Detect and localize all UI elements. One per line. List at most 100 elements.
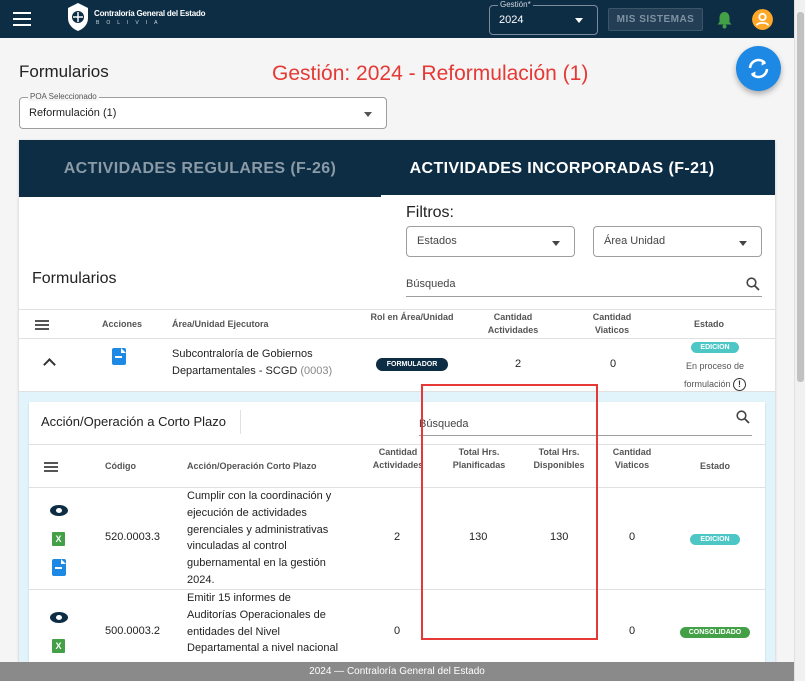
status-badge: CONSOLIDADO: [680, 627, 750, 638]
refresh-button[interactable]: [736, 46, 781, 91]
accion-description: Emitir 15 informes de Auditorías Operaci…: [187, 590, 352, 657]
accion-description: Cumplir con la coordinación y ejecución …: [187, 488, 352, 589]
eye-icon[interactable]: [50, 612, 68, 623]
warning-icon[interactable]: !: [733, 378, 747, 392]
header-estado: Estado: [699, 461, 730, 471]
chevron-down-icon: [364, 112, 372, 117]
estado-line-2-text: formulación: [683, 379, 731, 389]
chevron-down-icon: [575, 18, 583, 23]
list-icon[interactable]: [35, 320, 49, 330]
header-cant-via-2: Viaticos: [614, 460, 650, 470]
tab-actividades-incorporadas[interactable]: ACTIVIDADES INCORPORADAS (F-21): [381, 140, 743, 197]
document-export-icon[interactable]: [112, 348, 126, 365]
desc-line: vinculadas al control: [187, 540, 287, 553]
table-row: Subcontraloría de Gobiernos Departamenta…: [19, 339, 775, 392]
eye-icon[interactable]: [50, 505, 68, 516]
desc-line: 2024.: [187, 573, 215, 586]
header-cant-act-1: Cantidad: [493, 312, 533, 322]
emblem-icon: [68, 3, 88, 31]
rol-badge: FORMULADOR: [376, 358, 448, 371]
area-line-1: Subcontraloría de Gobiernos: [172, 348, 313, 360]
desc-line: Cumplir con la coordinación y: [187, 490, 332, 502]
mis-sistemas-button[interactable]: MIS SISTEMAS: [608, 8, 703, 31]
cantidad-viaticos: 0: [629, 625, 636, 637]
top-app-bar: Contraloría General del Estado BOLIVIA G…: [0, 0, 794, 38]
header-cant-via-1: Cantidad: [612, 447, 652, 457]
vertical-scrollbar[interactable]: [794, 0, 805, 681]
cantidad-viaticos: 0: [610, 358, 617, 370]
area-code: (0003): [300, 365, 333, 377]
excel-icon[interactable]: X: [52, 639, 65, 653]
codigo: 500.0003.2: [105, 625, 161, 637]
logo-text: Contraloría General del Estado: [94, 9, 206, 18]
search-icon[interactable]: [746, 277, 760, 291]
estado-line-1: En proceso de: [685, 361, 745, 371]
desc-line: Emitir 15 informes de: [187, 592, 291, 604]
tabs: ACTIVIDADES REGULARES (F-26) ACTIVIDADES…: [19, 140, 775, 197]
estado-line-2: formulación !: [669, 375, 761, 393]
tab-actividades-regulares[interactable]: ACTIVIDADES REGULARES (F-26): [19, 140, 381, 197]
poa-value: Reformulación (1): [29, 107, 117, 119]
hamburger-menu-icon[interactable]: [13, 12, 31, 26]
cantidad-actividades: 0: [394, 625, 401, 637]
estados-label: Estados: [417, 235, 457, 247]
area-unidad-label: Área Unidad: [604, 235, 666, 247]
search-placeholder: Búsqueda: [406, 278, 456, 290]
gestion-select[interactable]: Gestión* 2024: [489, 0, 598, 35]
codigo: 520.0003.3: [105, 531, 161, 543]
tab-indicator: [381, 195, 775, 197]
sync-icon: [748, 58, 769, 79]
header-accion: Acción/Operación Corto Plazo: [187, 461, 317, 471]
desc-line: ejecución de actividades: [187, 506, 307, 519]
header-cant-via-1: Cantidad: [592, 312, 632, 322]
logo-subtitle: BOLIVIA: [96, 20, 165, 26]
inner-table-header: Código Acción/Operación Corto Plazo Cant…: [29, 444, 765, 488]
list-icon[interactable]: [44, 462, 58, 472]
header-area: Área/Unidad Ejecutora: [172, 319, 269, 329]
excel-icon[interactable]: X: [52, 532, 65, 546]
cantidad-viaticos: 0: [629, 531, 636, 543]
desc-line: entidades del Nivel: [187, 625, 280, 638]
bell-icon[interactable]: [716, 11, 733, 29]
desc-line: gerenciales y administrativas: [187, 523, 329, 536]
estados-select[interactable]: Estados: [406, 226, 575, 257]
status-badge: EDICION: [691, 342, 739, 353]
header-cant-act-2: Actividades: [372, 460, 424, 470]
gestion-value: 2024: [499, 14, 524, 26]
scrollbar-thumb[interactable]: [797, 12, 804, 382]
page-title: Formularios: [19, 62, 109, 81]
area-unidad-select[interactable]: Área Unidad: [593, 226, 762, 257]
header-cant-act-1: Cantidad: [378, 447, 418, 457]
poa-label: POA Seleccionado: [28, 92, 99, 101]
poa-select[interactable]: POA Seleccionado Reformulación (1): [19, 92, 387, 129]
cantidad-actividades: 2: [515, 358, 522, 370]
cantidad-actividades: 2: [394, 531, 401, 543]
area-line-2: Departamentales - SCGD (0003): [172, 365, 332, 377]
table-row: X 520.0003.3 Cumplir con la coordinación…: [29, 488, 765, 590]
header-estado: Estado: [693, 319, 724, 329]
filters-title: Filtros:: [406, 204, 454, 221]
highlight-box: [421, 384, 598, 640]
desc-line: Departamental a nivel nacional: [187, 642, 339, 655]
gestion-heading: Gestión: 2024 - Reformulación (1): [272, 62, 589, 85]
header-cant-act-2: Actividades: [487, 325, 539, 335]
desc-line: gubernamental en la gestión: [187, 557, 326, 570]
status-badge: EDICION: [690, 534, 740, 545]
document-export-icon[interactable]: [52, 559, 66, 576]
user-account-icon[interactable]: [752, 9, 773, 30]
expanded-panel: Acción/Operación a Corto Plazo Búsqueda …: [19, 392, 775, 680]
chevron-down-icon: [739, 241, 747, 246]
table-header: Acciones Área/Unidad Ejecutora Rol en Ár…: [19, 309, 775, 339]
gestion-label: Gestión*: [498, 0, 533, 9]
search-icon[interactable]: [736, 410, 750, 424]
inner-title: Acción/Operación a Corto Plazo: [41, 414, 226, 429]
area-name: Departamentales - SCGD: [172, 365, 298, 377]
desc-line: Auditorías Operacionales de: [187, 608, 326, 621]
section-title: Formularios: [32, 270, 117, 287]
chevron-down-icon: [552, 241, 560, 246]
divider: [240, 410, 241, 434]
search-input[interactable]: Búsqueda: [406, 273, 762, 297]
footer: 2024 — Contraloría General del Estado: [0, 662, 794, 681]
chevron-up-icon[interactable]: [43, 358, 56, 371]
acciones-card: Acción/Operación a Corto Plazo Búsqueda …: [29, 402, 765, 680]
